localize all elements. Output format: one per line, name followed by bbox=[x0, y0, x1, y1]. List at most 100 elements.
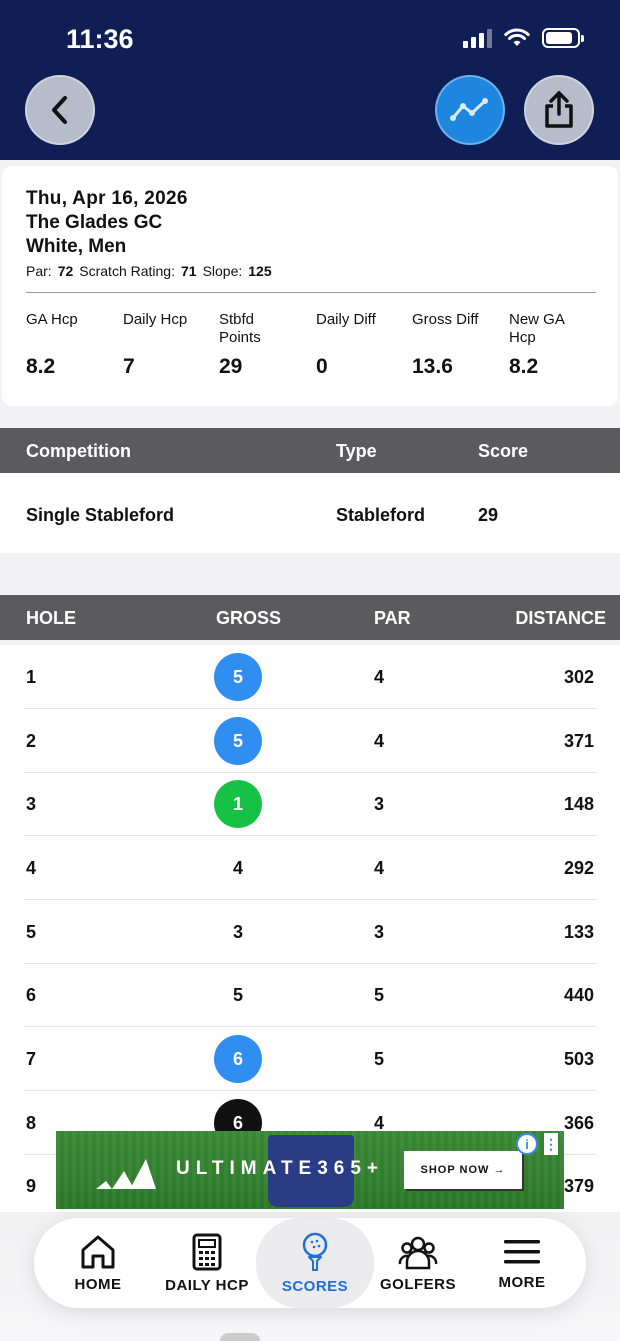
gross-score: 1 bbox=[214, 780, 262, 828]
col-type: Type bbox=[336, 441, 377, 461]
hole-distance: 302 bbox=[563, 667, 594, 687]
gross-score: 6 bbox=[214, 1035, 262, 1083]
hole-number: 2 bbox=[26, 731, 37, 751]
scratch-value: 71 bbox=[180, 263, 197, 279]
competition-table-header: Competition Type Score bbox=[0, 428, 620, 473]
col-hole: HOLE bbox=[26, 608, 77, 628]
stat-value: 13.6 bbox=[412, 355, 453, 378]
table-row: 5 3 3 133 bbox=[0, 900, 620, 964]
tee-info: White, Men bbox=[26, 236, 127, 257]
stat-daily-hcp: Daily Hcp 7 bbox=[123, 311, 213, 379]
competition-type: Stableford bbox=[336, 505, 426, 525]
nav-label: DAILY HCP bbox=[165, 1276, 249, 1294]
hole-number: 5 bbox=[26, 922, 37, 942]
nav-daily-hcp[interactable]: DAILY HCP bbox=[152, 1218, 262, 1308]
stat-label: GA Hcp bbox=[26, 311, 78, 328]
nav-label: GOLFERS bbox=[379, 1275, 456, 1293]
nav-label: HOME bbox=[74, 1275, 122, 1293]
nav-golfers[interactable]: GOLFERS bbox=[370, 1218, 466, 1308]
gross-score: 4 bbox=[232, 857, 243, 878]
ad-info-icon[interactable]: i bbox=[516, 1133, 538, 1155]
hole-number: 9 bbox=[26, 1176, 37, 1196]
ad-shop-now-button[interactable]: SHOP NOW → bbox=[404, 1151, 522, 1189]
menu-icon bbox=[504, 1239, 540, 1263]
col-gross: GROSS bbox=[216, 608, 282, 628]
home-icon bbox=[81, 1235, 115, 1268]
competition-row[interactable]: Single Stableford Stableford 29 bbox=[0, 473, 620, 553]
round-info-card: Thu, Apr 16, 2026 The Glades GC White, M… bbox=[2, 166, 618, 406]
scroll-indicator bbox=[220, 1333, 260, 1341]
hole-number: 3 bbox=[26, 794, 37, 814]
stat-new-ga-hcp: New GA Hcp 8.2 bbox=[509, 311, 579, 379]
competition-name: Single Stableford bbox=[26, 505, 175, 525]
back-button[interactable] bbox=[25, 75, 95, 145]
gross-score: 5 bbox=[232, 984, 243, 1005]
stat-stbfd-points: Stbfd Points 29 bbox=[219, 311, 279, 379]
hole-number: 1 bbox=[26, 667, 37, 687]
ad-menu-icon[interactable]: ⋮ bbox=[544, 1133, 558, 1155]
card-divider bbox=[26, 292, 596, 293]
hole-distance: 503 bbox=[563, 1049, 594, 1069]
competition-score: 29 bbox=[478, 505, 499, 525]
status-icons bbox=[463, 28, 584, 48]
stat-value: 8.2 bbox=[26, 355, 56, 378]
col-distance: DISTANCE bbox=[515, 608, 606, 628]
calculator-icon bbox=[192, 1233, 222, 1270]
hole-par: 3 bbox=[374, 922, 385, 942]
nav-scores[interactable]: SCORES bbox=[256, 1218, 374, 1308]
slope-value: 125 bbox=[248, 263, 272, 279]
nav-home[interactable]: HOME bbox=[50, 1218, 146, 1308]
slope-label: Slope: bbox=[202, 263, 243, 279]
stat-label: New GA Hcp bbox=[509, 311, 565, 346]
stat-value: 0 bbox=[316, 355, 328, 378]
scratch-label: Scratch Rating: bbox=[79, 263, 175, 279]
stat-label: Stbfd Points bbox=[219, 311, 261, 346]
ad-banner[interactable]: ULTIMATE365+ SHOP NOW → i ⋮ bbox=[56, 1131, 564, 1209]
par-label: Par: bbox=[26, 263, 52, 279]
trend-line-icon bbox=[450, 98, 488, 121]
nav-label: MORE bbox=[498, 1273, 546, 1291]
signal-icon bbox=[463, 28, 492, 48]
hole-par: 4 bbox=[374, 858, 385, 878]
round-date: Thu, Apr 16, 2026 bbox=[26, 188, 188, 209]
stat-label: Gross Diff bbox=[412, 311, 479, 328]
course-name: The Glades GC bbox=[26, 212, 163, 233]
app-header: 11:36 bbox=[0, 0, 620, 160]
hole-par: 3 bbox=[374, 794, 385, 814]
table-row: 1 5 4 302 bbox=[0, 645, 620, 709]
people-icon bbox=[398, 1236, 438, 1269]
col-par: PAR bbox=[374, 608, 411, 628]
stat-value: 8.2 bbox=[509, 355, 539, 378]
hole-distance: 440 bbox=[563, 985, 594, 1005]
hole-distance: 371 bbox=[563, 731, 594, 751]
status-time: 11:36 bbox=[66, 24, 134, 54]
bottom-nav: HOME DAILY HCP SCORES GOLFERS MORE bbox=[34, 1218, 586, 1308]
hole-par: 5 bbox=[374, 1049, 385, 1069]
brand-logo-icon bbox=[96, 1159, 156, 1189]
table-row: 7 6 5 503 bbox=[0, 1027, 620, 1091]
stat-label: Daily Hcp bbox=[123, 311, 188, 328]
hole-distance: 366 bbox=[563, 1113, 594, 1133]
holes-table-header: HOLE GROSS PAR DISTANCE bbox=[0, 595, 620, 640]
trend-chart-button[interactable] bbox=[435, 75, 505, 145]
col-score: Score bbox=[478, 441, 529, 461]
share-icon bbox=[545, 91, 573, 128]
hole-number: 6 bbox=[26, 985, 37, 1005]
gross-score: 5 bbox=[214, 653, 262, 701]
nav-more[interactable]: MORE bbox=[474, 1218, 570, 1308]
stat-value: 29 bbox=[219, 355, 243, 378]
table-row: 4 4 4 292 bbox=[0, 836, 620, 900]
hole-number: 7 bbox=[26, 1049, 37, 1069]
col-competition: Competition bbox=[26, 441, 131, 461]
hole-number: 4 bbox=[26, 858, 37, 878]
hole-par: 4 bbox=[374, 731, 385, 751]
share-button[interactable] bbox=[524, 75, 594, 145]
hole-number: 8 bbox=[26, 1113, 37, 1133]
gross-score: 5 bbox=[214, 717, 262, 765]
hole-distance: 148 bbox=[563, 794, 594, 814]
stat-daily-diff: Daily Diff 0 bbox=[316, 311, 406, 379]
gross-score: 3 bbox=[232, 921, 243, 942]
table-row: 3 1 3 148 bbox=[0, 772, 620, 836]
ad-brand-text: ULTIMATE365+ bbox=[176, 1158, 385, 1179]
hole-par: 4 bbox=[374, 667, 385, 687]
